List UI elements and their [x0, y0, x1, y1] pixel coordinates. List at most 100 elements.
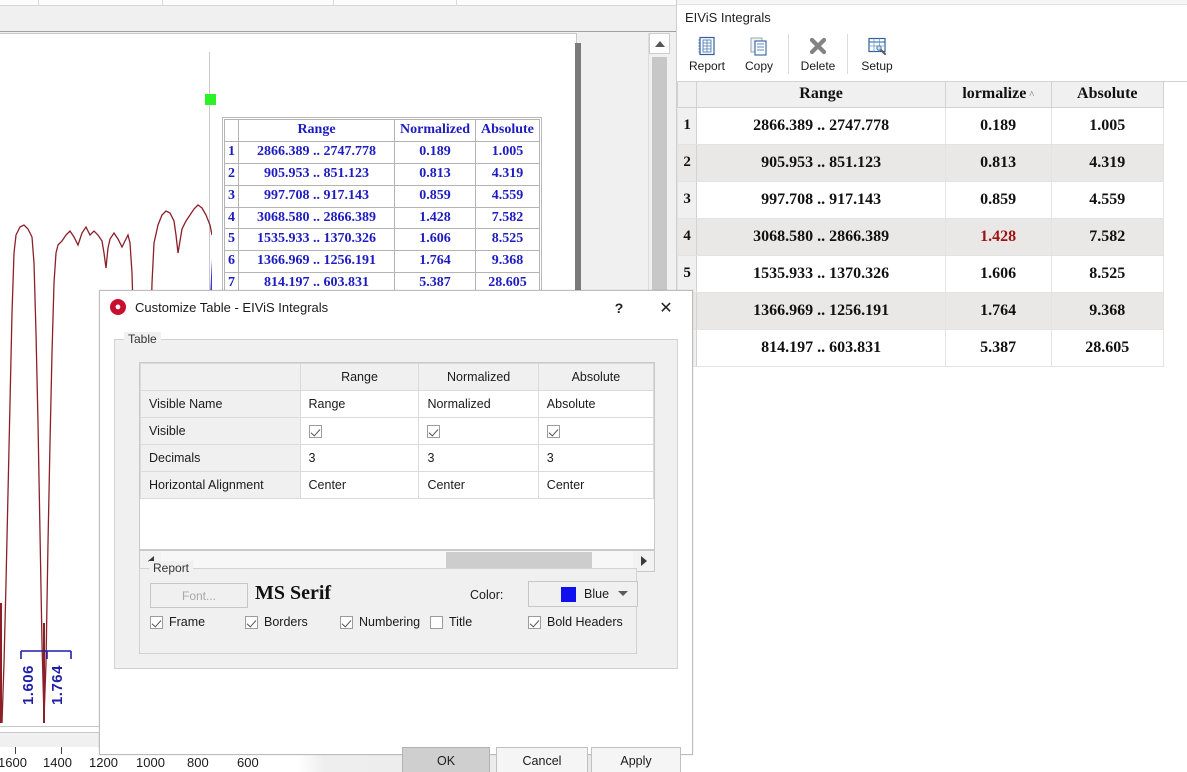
cell-absolute[interactable]: 8.525: [1051, 255, 1163, 292]
cell-range[interactable]: 905.953 .. 851.123: [697, 144, 945, 181]
cell-normalized[interactable]: 0.189: [945, 107, 1051, 144]
cfg-col-absolute[interactable]: Absolute: [538, 364, 653, 391]
doc-row-index: 5: [225, 229, 239, 251]
cfg-visible-name-absolute[interactable]: Absolute: [538, 391, 653, 418]
cfg-decimals-range[interactable]: 3: [300, 445, 419, 472]
table-row[interactable]: 5 1535.933 .. 1370.326 1.606 8.525: [678, 255, 1164, 292]
cfg-visible-absolute-cell[interactable]: [538, 418, 653, 445]
col-header-range[interactable]: Range: [697, 82, 945, 107]
document-integrals-table[interactable]: Range Normalized Absolute 1 2866.389 .. …: [222, 117, 542, 297]
checkbox-borders-box[interactable]: [245, 616, 258, 629]
cell-range[interactable]: 1535.933 .. 1370.326: [697, 255, 945, 292]
cell-normalized[interactable]: 1.606: [945, 255, 1051, 292]
col-header-normalize[interactable]: lormalize^: [945, 82, 1051, 107]
table-row[interactable]: 3 997.708 .. 917.143 0.859 4.559: [678, 181, 1164, 218]
delete-button[interactable]: Delete: [792, 30, 844, 80]
cfg-align-range[interactable]: Center: [300, 472, 419, 499]
doc-cell-range: 1535.933 .. 1370.326: [239, 229, 395, 251]
table-row[interactable]: 2 905.953 .. 851.123 0.813 4.319: [678, 144, 1164, 181]
axis-tick-label: 1000: [136, 755, 165, 770]
cell-absolute[interactable]: 9.368: [1051, 292, 1163, 329]
checkbox-bold-headers-box[interactable]: [528, 616, 541, 629]
cell-absolute[interactable]: 7.582: [1051, 218, 1163, 255]
cell-range[interactable]: 3068.580 .. 2866.389: [697, 218, 945, 255]
dialog-body: Table Range Normalized Absolute: [100, 323, 692, 754]
cell-absolute[interactable]: 1.005: [1051, 107, 1163, 144]
cfg-row-label: Visible: [141, 418, 301, 445]
doc-cell-range: 2866.389 .. 2747.778: [239, 141, 395, 163]
cell-absolute[interactable]: 4.559: [1051, 181, 1163, 218]
checkbox-title-box[interactable]: [430, 616, 443, 629]
doc-cell-absolute: 1.005: [475, 141, 539, 163]
toolbar-band: [0, 6, 676, 32]
chevron-right-icon: [641, 556, 647, 566]
customize-table-dialog: ● Customize Table - EIViS Integrals ? ✕ …: [99, 290, 693, 755]
cell-absolute[interactable]: 4.319: [1051, 144, 1163, 181]
report-icon: [696, 33, 718, 59]
checkbox-numbering-box[interactable]: [340, 616, 353, 629]
checkbox-borders[interactable]: Borders: [245, 615, 308, 629]
integral-value-1: 1.606: [20, 665, 37, 705]
cell-range[interactable]: 2866.389 .. 2747.778: [697, 107, 945, 144]
cancel-button[interactable]: Cancel: [496, 747, 588, 772]
checkbox-visible-absolute[interactable]: [547, 425, 560, 438]
dialog-titlebar[interactable]: ● Customize Table - EIViS Integrals: [100, 291, 692, 323]
cfg-visible-normalized-cell[interactable]: [419, 418, 538, 445]
report-button[interactable]: Report: [681, 30, 733, 80]
cell-range[interactable]: 997.708 .. 917.143: [697, 181, 945, 218]
report-button-label: Report: [689, 59, 725, 73]
checkbox-frame[interactable]: Frame: [150, 615, 205, 629]
table-row[interactable]: 814.197 .. 603.831 5.387 28.605: [678, 329, 1164, 366]
selection-marker[interactable]: [205, 94, 216, 105]
font-preview-label: MS Serif: [255, 582, 331, 605]
cfg-col-normalized[interactable]: Normalized: [419, 364, 538, 391]
cfg-visible-range-cell[interactable]: [300, 418, 419, 445]
copy-button[interactable]: Copy: [733, 30, 785, 80]
close-icon[interactable]: ✕: [654, 298, 678, 318]
col-header-index[interactable]: [678, 82, 697, 107]
checkbox-visible-range[interactable]: [309, 425, 322, 438]
setup-button[interactable]: Setup: [851, 30, 903, 80]
scroll-up-button[interactable]: [649, 33, 670, 54]
table-row[interactable]: 1 2866.389 .. 2747.778 0.189 1.005: [678, 107, 1164, 144]
cfg-align-absolute[interactable]: Center: [538, 472, 653, 499]
doc-row-index: 2: [225, 163, 239, 185]
help-button[interactable]: ?: [608, 299, 630, 317]
table-row[interactable]: 4 3068.580 .. 2866.389 1.428 7.582: [678, 218, 1164, 255]
cell-normalized[interactable]: 0.859: [945, 181, 1051, 218]
cell-normalized[interactable]: 1.764: [945, 292, 1051, 329]
row-index: 3: [678, 181, 697, 218]
cell-range[interactable]: 1366.969 .. 1256.191: [697, 292, 945, 329]
cfg-col-range[interactable]: Range: [300, 364, 419, 391]
color-swatch-icon: [561, 587, 576, 602]
cell-normalized[interactable]: 0.813: [945, 144, 1051, 181]
checkbox-title[interactable]: Title: [430, 615, 472, 629]
cell-normalized[interactable]: 5.387: [945, 329, 1051, 366]
cfg-align-normalized[interactable]: Center: [419, 472, 538, 499]
checkbox-numbering[interactable]: Numbering: [340, 615, 420, 629]
doc-cell-absolute: 8.525: [475, 229, 539, 251]
ok-button[interactable]: OK: [402, 747, 490, 772]
cfg-visible-name-normalized[interactable]: Normalized: [419, 391, 538, 418]
doc-cell-absolute: 4.559: [475, 185, 539, 207]
table-row: 1 2866.389 .. 2747.778 0.189 1.005: [225, 141, 540, 163]
cell-range[interactable]: 814.197 .. 603.831: [697, 329, 945, 366]
integrals-table[interactable]: Range lormalize^ Absolute 1 2866.389 .. …: [677, 82, 1164, 367]
checkbox-frame-box[interactable]: [150, 616, 163, 629]
table-row[interactable]: 1366.969 .. 1256.191 1.764 9.368: [678, 292, 1164, 329]
cfg-decimals-normalized[interactable]: 3: [419, 445, 538, 472]
cell-absolute[interactable]: 28.605: [1051, 329, 1163, 366]
cfg-header-row: Range Normalized Absolute: [141, 364, 654, 391]
cell-normalized[interactable]: 1.428: [945, 218, 1051, 255]
doc-cell-normalized: 0.859: [395, 185, 476, 207]
apply-button[interactable]: Apply: [591, 747, 681, 772]
checkbox-bold-headers[interactable]: Bold Headers: [528, 615, 623, 629]
color-dropdown[interactable]: Blue: [528, 581, 638, 607]
column-config-table[interactable]: Range Normalized Absolute Visible Name R…: [139, 362, 655, 550]
doc-row-index: 3: [225, 185, 239, 207]
cfg-visible-name-range[interactable]: Range: [300, 391, 419, 418]
cfg-decimals-absolute[interactable]: 3: [538, 445, 653, 472]
font-button[interactable]: Font...: [150, 583, 248, 608]
checkbox-visible-normalized[interactable]: [427, 425, 440, 438]
col-header-absolute[interactable]: Absolute: [1051, 82, 1163, 107]
